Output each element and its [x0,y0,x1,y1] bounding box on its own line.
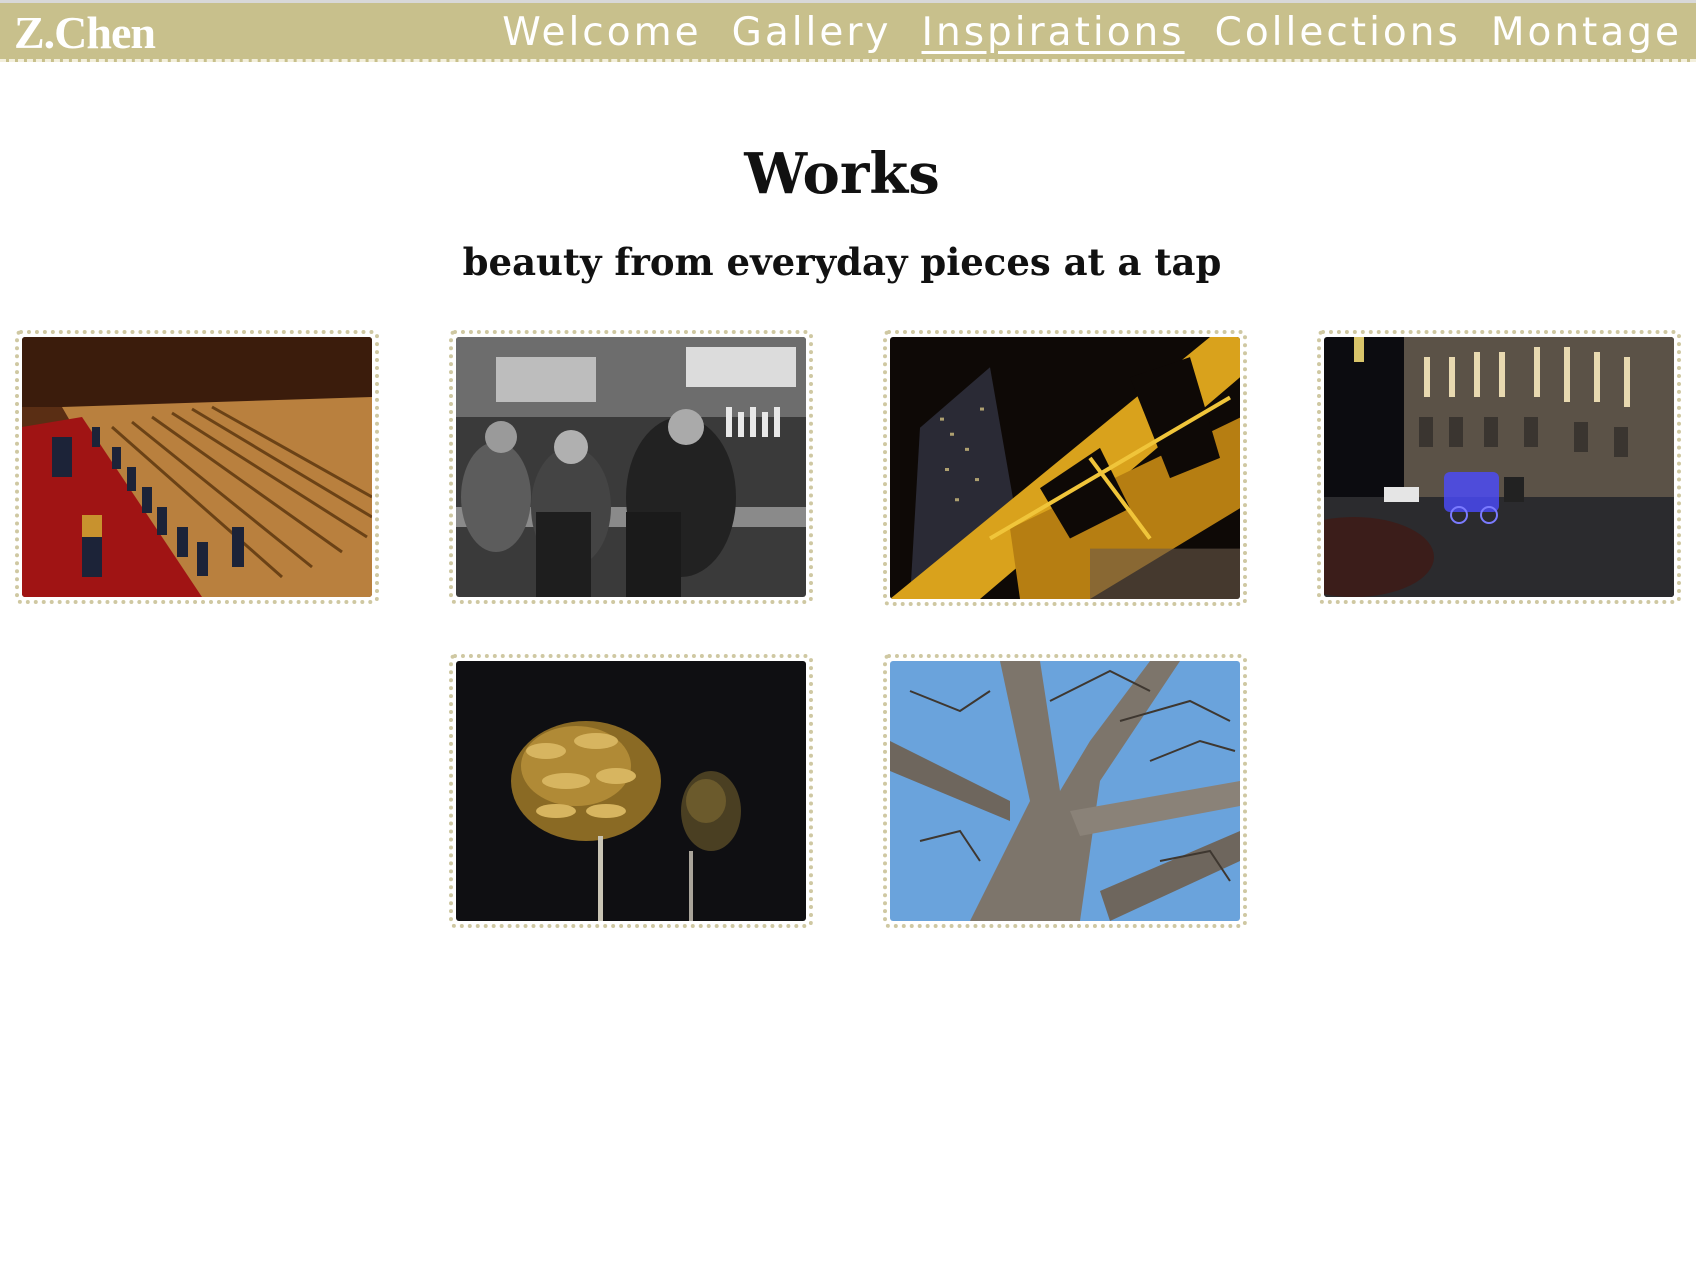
nav-link-inspirations[interactable]: Inspirations [922,9,1185,57]
gallery-photo[interactable] [890,337,1240,599]
nav-link-collections[interactable]: Collections [1215,9,1461,57]
gallery-card[interactable] [15,330,379,604]
main-nav: Welcome Gallery Inspirations Collections… [502,9,1682,57]
gallery-card[interactable] [449,654,813,928]
gallery-photo[interactable] [456,661,806,921]
gallery-photo[interactable] [890,661,1240,921]
nav-link-montage[interactable]: Montage [1491,9,1682,57]
gallery-card[interactable] [449,330,813,604]
page-subtitle: beauty from everyday pieces at a tap [462,240,1222,284]
gallery-photo[interactable] [456,337,806,597]
nav-link-welcome[interactable]: Welcome [502,9,701,57]
page-title: Works [744,141,940,207]
gallery-card[interactable] [1317,330,1681,604]
nav-link-gallery[interactable]: Gallery [732,9,892,57]
gallery-card[interactable] [883,654,1247,928]
gallery-card[interactable] [883,330,1247,606]
gallery-photo[interactable] [22,337,372,597]
site-logo[interactable]: Z.Chen [14,5,156,61]
gallery-photo[interactable] [1324,337,1674,597]
top-navbar: Z.Chen Welcome Gallery Inspirations Coll… [0,0,1696,62]
